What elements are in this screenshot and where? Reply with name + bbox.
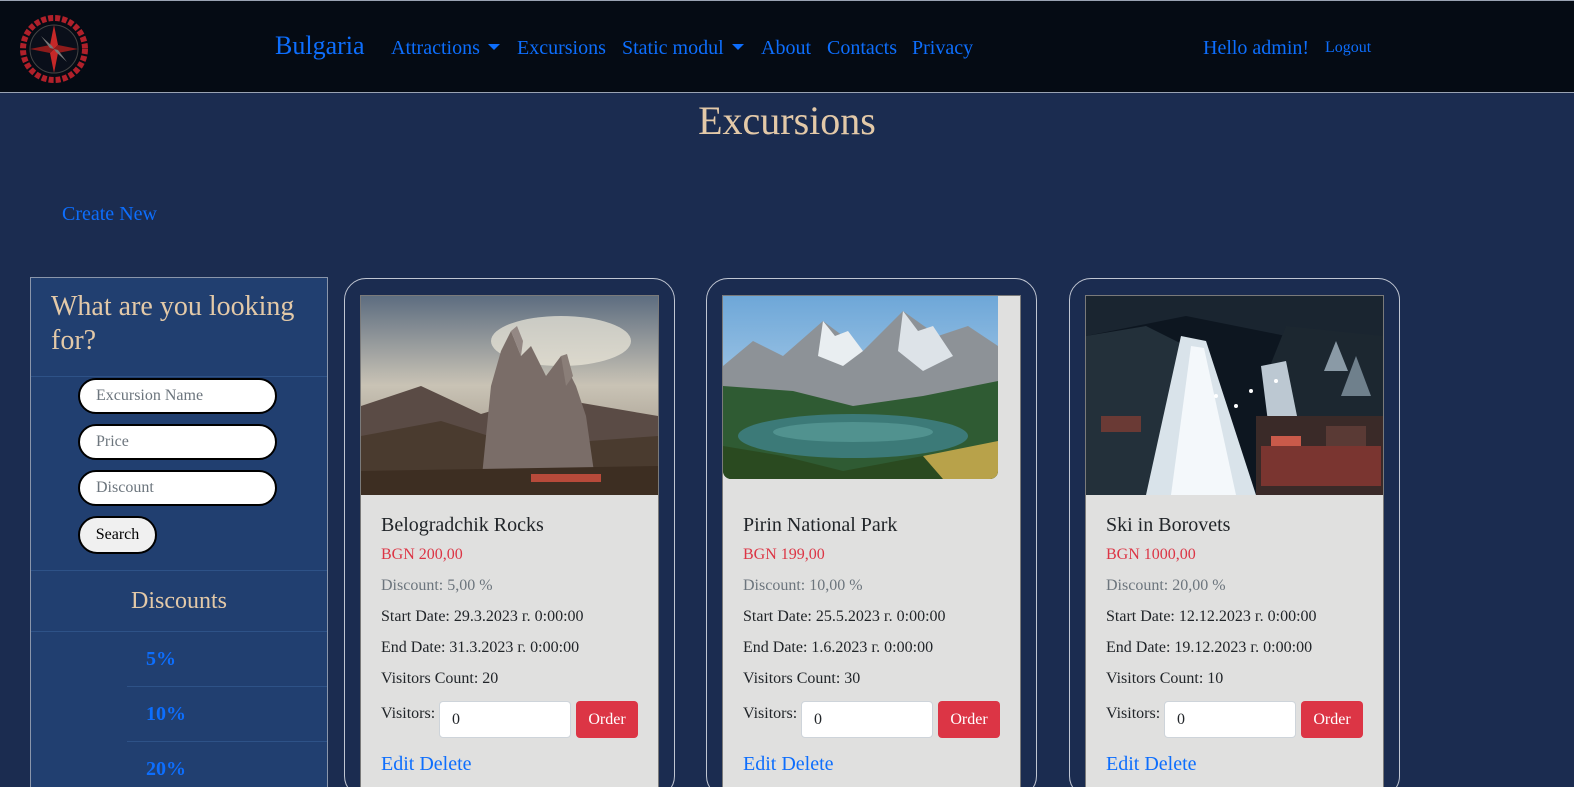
excursion-price: BGN 1000,00 xyxy=(1106,546,1196,563)
page-title: Excursions xyxy=(698,98,876,143)
discount-filter-10[interactable]: 10% xyxy=(127,687,327,742)
discounts-heading: Discounts xyxy=(31,570,327,632)
card-body: Pirin National Park BGN 199,00 Discount:… xyxy=(743,514,1008,776)
visitors-label: Visitors: xyxy=(1106,705,1161,722)
discount-filter-5[interactable]: 5% xyxy=(127,632,327,687)
brand-link[interactable]: Bulgaria xyxy=(275,31,365,61)
excursion-card-wrapper: Pirin National Park BGN 199,00 Discount:… xyxy=(706,278,1037,787)
card-actions: Edit Delete xyxy=(743,753,1008,776)
order-row: Visitors: Order xyxy=(1106,701,1371,741)
discount-input[interactable] xyxy=(78,470,277,506)
search-button[interactable]: Search xyxy=(78,516,157,554)
sidebar-header: What are you looking for? xyxy=(31,278,327,377)
excursion-end-date: End Date: 31.3.2023 г. 0:00:00 xyxy=(381,639,580,656)
sidebar-title: What are you looking for? xyxy=(51,291,295,356)
visitors-input[interactable] xyxy=(801,701,933,738)
excursion-visitors-count: Visitors Count: 30 xyxy=(743,670,861,687)
order-button[interactable]: Order xyxy=(1301,701,1363,738)
excursion-card: Pirin National Park BGN 199,00 Discount:… xyxy=(722,295,1021,787)
price-input[interactable] xyxy=(78,424,277,460)
order-row: Visitors: Order xyxy=(381,701,646,741)
excursion-name-input[interactable] xyxy=(78,378,277,414)
search-form: Search xyxy=(78,378,277,554)
pirin-national-park-photo xyxy=(723,296,998,479)
excursion-name: Belogradchik Rocks xyxy=(381,514,544,536)
visitors-input[interactable] xyxy=(439,701,571,738)
belogradchik-rocks-photo xyxy=(361,296,658,495)
excursion-name: Ski in Borovets xyxy=(1106,514,1231,536)
excursion-card-wrapper: Belogradchik Rocks BGN 200,00 Discount: … xyxy=(344,278,675,787)
logout-button[interactable]: Logout xyxy=(1325,39,1371,57)
order-row: Visitors: Order xyxy=(743,701,1008,741)
visitors-label: Visitors: xyxy=(743,705,798,722)
excursion-visitors-count: Visitors Count: 10 xyxy=(1106,670,1224,687)
caret-down-icon xyxy=(487,44,500,50)
delete-link[interactable]: Delete xyxy=(781,753,833,775)
nav-static-modul-label: Static modul xyxy=(622,37,724,59)
discount-filter-20[interactable]: 20% xyxy=(127,742,327,787)
card-actions: Edit Delete xyxy=(381,753,646,776)
create-new-link[interactable]: Create New xyxy=(62,203,157,226)
ski-in-borovets-photo xyxy=(1086,296,1383,495)
excursion-start-date: Start Date: 12.12.2023 г. 0:00:00 xyxy=(1106,608,1317,625)
edit-link[interactable]: Edit xyxy=(381,753,414,775)
search-sidebar: What are you looking for? Search Discoun… xyxy=(30,277,328,787)
excursion-price: BGN 199,00 xyxy=(743,546,825,563)
nav-attractions[interactable]: Attractions xyxy=(391,37,500,60)
delete-link[interactable]: Delete xyxy=(419,753,471,775)
delete-link[interactable]: Delete xyxy=(1144,753,1196,775)
order-button[interactable]: Order xyxy=(576,701,638,738)
excursion-card: Ski in Borovets BGN 1000,00 Discount: 20… xyxy=(1085,295,1384,787)
nav-privacy[interactable]: Privacy xyxy=(912,37,973,60)
user-greeting[interactable]: Hello admin! xyxy=(1203,37,1309,60)
nav-attractions-label: Attractions xyxy=(391,37,480,59)
excursion-end-date: End Date: 1.6.2023 г. 0:00:00 xyxy=(743,639,934,656)
top-navbar: Bulgaria Attractions Excursions Static m… xyxy=(0,0,1574,93)
nav-about[interactable]: About xyxy=(761,37,811,60)
excursion-name: Pirin National Park xyxy=(743,514,898,536)
nav-static-modul[interactable]: Static modul xyxy=(622,37,744,60)
edit-link[interactable]: Edit xyxy=(1106,753,1139,775)
compass-logo-icon[interactable] xyxy=(19,15,89,83)
caret-down-icon xyxy=(731,44,744,50)
card-body: Belogradchik Rocks BGN 200,00 Discount: … xyxy=(381,514,646,776)
excursion-card-wrapper: Ski in Borovets BGN 1000,00 Discount: 20… xyxy=(1069,278,1400,787)
excursion-card: Belogradchik Rocks BGN 200,00 Discount: … xyxy=(360,295,659,787)
excursion-start-date: Start Date: 25.5.2023 г. 0:00:00 xyxy=(743,608,946,625)
excursion-discount: Discount: 5,00 % xyxy=(381,577,493,594)
excursion-price: BGN 200,00 xyxy=(381,546,463,563)
card-body: Ski in Borovets BGN 1000,00 Discount: 20… xyxy=(1106,514,1371,776)
excursion-discount: Discount: 10,00 % xyxy=(743,577,863,594)
nav-contacts[interactable]: Contacts xyxy=(827,37,897,60)
edit-link[interactable]: Edit xyxy=(743,753,776,775)
excursion-visitors-count: Visitors Count: 20 xyxy=(381,670,499,687)
excursion-discount: Discount: 20,00 % xyxy=(1106,577,1226,594)
excursion-start-date: Start Date: 29.3.2023 г. 0:00:00 xyxy=(381,608,584,625)
visitors-input[interactable] xyxy=(1164,701,1296,738)
visitors-label: Visitors: xyxy=(381,705,436,722)
nav-excursions[interactable]: Excursions xyxy=(517,37,606,60)
card-actions: Edit Delete xyxy=(1106,753,1371,776)
order-button[interactable]: Order xyxy=(938,701,1000,738)
excursion-end-date: End Date: 19.12.2023 г. 0:00:00 xyxy=(1106,639,1313,656)
